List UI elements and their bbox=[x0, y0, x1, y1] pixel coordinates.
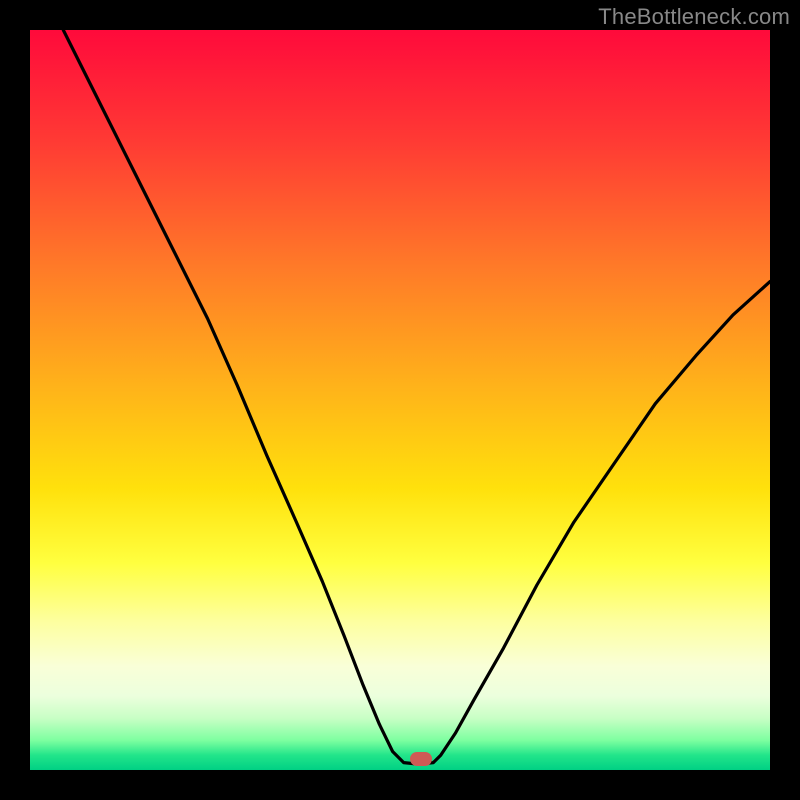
bottleneck-curve bbox=[30, 30, 770, 770]
plot-area bbox=[30, 30, 770, 770]
watermark-text: TheBottleneck.com bbox=[598, 4, 790, 30]
chart-frame: TheBottleneck.com bbox=[0, 0, 800, 800]
optimal-marker bbox=[410, 752, 432, 766]
